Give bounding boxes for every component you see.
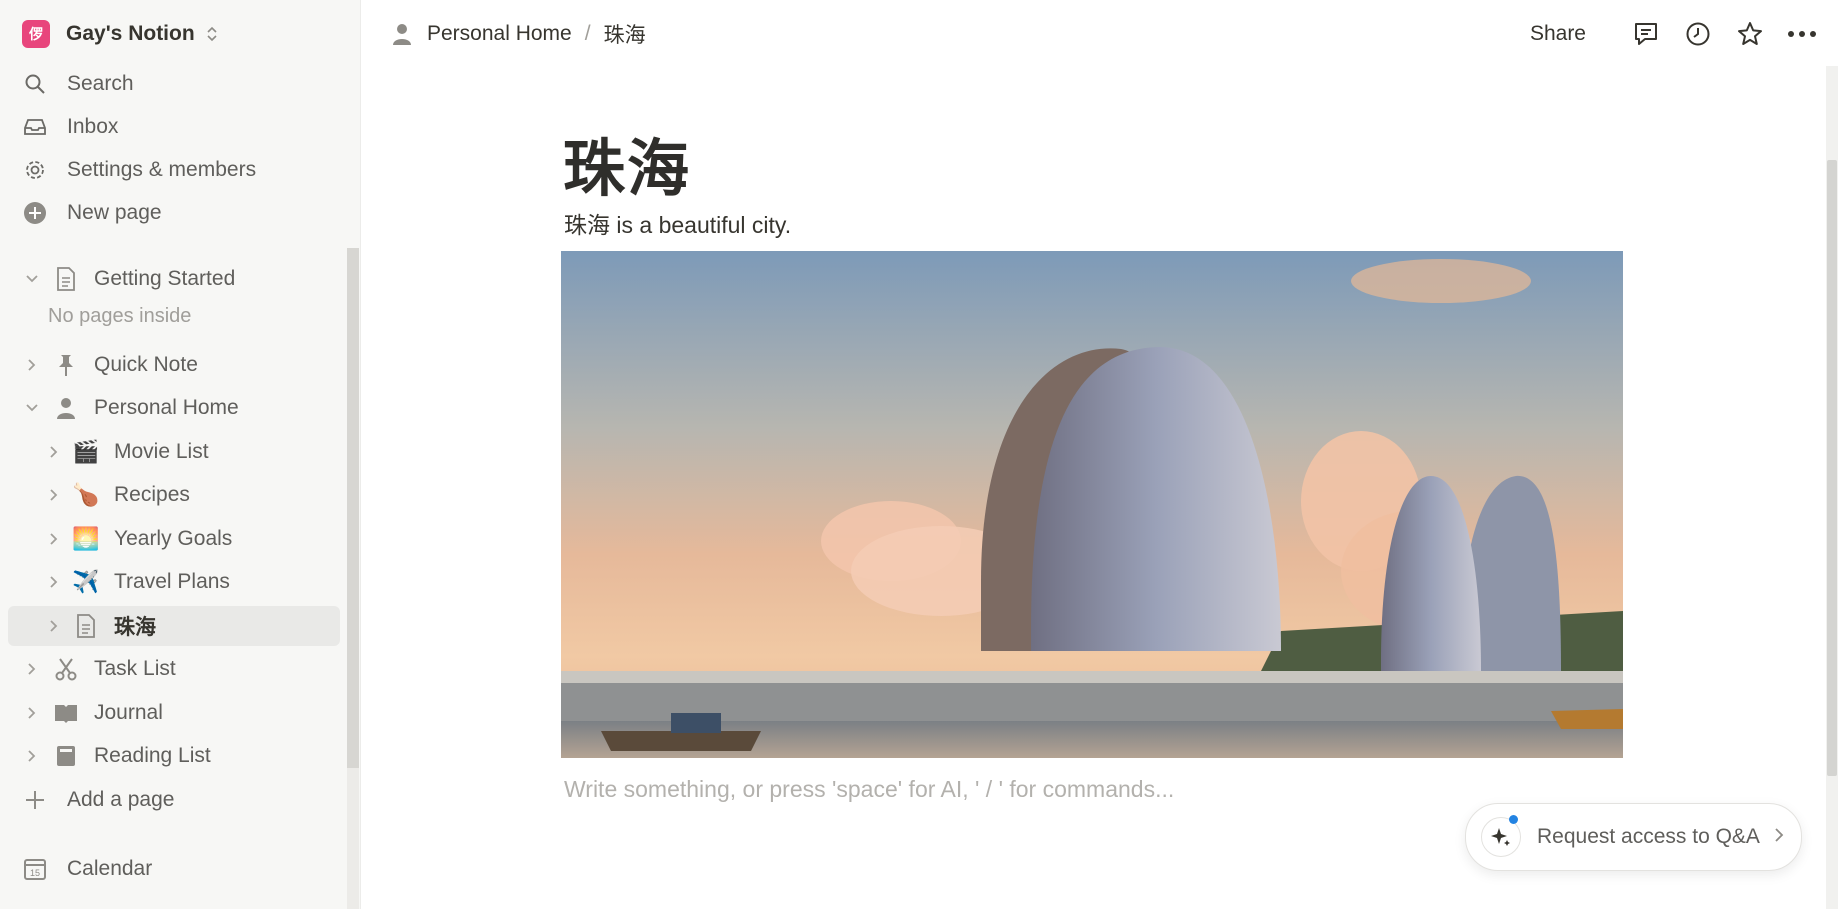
breadcrumb-current[interactable]: 珠海 <box>604 19 646 49</box>
drumstick-icon: 🍗 <box>72 482 100 507</box>
history-clock-icon[interactable] <box>1682 18 1714 50</box>
nav-label: Calendar <box>67 857 153 880</box>
sunrise-icon: 🌅 <box>72 526 100 551</box>
sidebar: 㑩 Gay's Notion Search Inbox Settings & m… <box>0 0 361 909</box>
chevron-right-icon[interactable] <box>22 659 42 679</box>
chevron-right-icon[interactable] <box>44 485 64 505</box>
workspace-switcher[interactable]: 㑩 Gay's Notion <box>22 19 219 49</box>
sidebar-item-getting-started[interactable]: Getting Started <box>8 259 340 299</box>
sidebar-scrollbar-track <box>347 768 359 909</box>
sidebar-item-label: Quick Note <box>94 353 198 376</box>
clapperboard-icon: 🎬 <box>72 439 100 464</box>
plus-circle-icon <box>22 200 48 226</box>
sparkle-icon <box>1481 815 1521 857</box>
comment-icon[interactable] <box>1630 18 1662 50</box>
nav-label: Inbox <box>67 115 119 138</box>
sidebar-item-label: Yearly Goals <box>114 527 233 550</box>
nav-new-page[interactable]: New page <box>22 194 162 232</box>
request-qa-button[interactable]: Request access to Q&A <box>1465 803 1802 871</box>
sidebar-item-label: 珠海 <box>114 616 156 639</box>
page-paragraph[interactable]: 珠海 is a beautiful city. <box>564 206 791 240</box>
sidebar-item-label: Travel Plans <box>114 570 230 593</box>
updown-chevron-icon <box>207 26 217 42</box>
chevron-down-icon[interactable] <box>22 269 42 289</box>
editor-placeholder[interactable]: Write something, or press 'space' for AI… <box>564 776 1174 803</box>
sidebar-item-label: Task List <box>94 657 176 680</box>
chevron-right-icon[interactable] <box>44 529 64 549</box>
calendar-day: 15 <box>30 868 40 878</box>
chevron-down-icon[interactable] <box>22 398 42 418</box>
chevron-right-icon[interactable] <box>22 746 42 766</box>
notification-dot <box>1509 815 1518 824</box>
nav-calendar[interactable]: 15 Calendar <box>22 850 152 888</box>
share-button[interactable]: Share <box>1530 22 1586 46</box>
sidebar-item-reading-list[interactable]: Reading List <box>8 736 340 776</box>
breadcrumb: Personal Home / 珠海 <box>391 16 646 52</box>
sidebar-item-label: Getting Started <box>94 267 236 290</box>
workspace-name: Gay's Notion <box>66 22 195 45</box>
add-page-label: Add a page <box>67 788 175 811</box>
sidebar-item-zhuhai[interactable]: 珠海 <box>8 606 340 646</box>
request-qa-label: Request access to Q&A <box>1537 825 1760 848</box>
nav-label: Search <box>67 72 134 95</box>
topbar: Personal Home / 珠海 Share <box>361 0 1838 66</box>
sidebar-item-personal-home[interactable]: Personal Home <box>8 388 340 428</box>
main-scrollbar[interactable] <box>1826 66 1838 909</box>
sidebar-item-label: Reading List <box>94 744 211 767</box>
nav-settings[interactable]: Settings & members <box>22 151 256 189</box>
nav-search[interactable]: Search <box>22 65 134 103</box>
inbox-icon <box>22 114 48 140</box>
person-icon <box>52 394 80 422</box>
sidebar-item-label: Personal Home <box>94 396 239 419</box>
opera-house-image <box>561 251 1623 758</box>
nav-label: Settings & members <box>67 158 257 181</box>
breadcrumb-parent[interactable]: Personal Home <box>427 22 572 46</box>
sidebar-item-yearly-goals[interactable]: 🌅 Yearly Goals <box>8 519 340 559</box>
chevron-right-icon[interactable] <box>22 703 42 723</box>
chevron-right-icon[interactable] <box>44 572 64 592</box>
sidebar-item-travel-plans[interactable]: ✈️ Travel Plans <box>8 562 340 602</box>
chevron-right-icon[interactable] <box>22 355 42 375</box>
chevron-right-icon <box>1774 827 1784 848</box>
star-icon[interactable] <box>1734 18 1766 50</box>
nav-label: New page <box>67 201 162 224</box>
sidebar-item-label: Movie List <box>114 440 209 463</box>
page-title[interactable]: 珠海 <box>563 118 691 208</box>
sidebar-item-journal[interactable]: Journal <box>8 693 340 733</box>
calendar-icon: 15 <box>22 856 48 882</box>
nav-inbox[interactable]: Inbox <box>22 108 118 146</box>
pin-icon <box>52 351 80 379</box>
sidebar-item-movie-list[interactable]: 🎬 Movie List <box>8 432 340 472</box>
workspace-logo: 㑩 <box>22 20 50 48</box>
breadcrumb-separator: / <box>584 22 591 45</box>
search-icon <box>22 71 48 97</box>
document-icon <box>72 612 100 640</box>
empty-pages-note: No pages inside <box>48 305 192 327</box>
gear-icon <box>22 157 48 183</box>
sidebar-item-task-list[interactable]: Task List <box>8 649 340 689</box>
main-scrollbar-thumb[interactable] <box>1827 160 1837 776</box>
sidebar-item-label: Journal <box>94 701 163 724</box>
plus-icon <box>22 787 48 813</box>
sidebar-scrollbar[interactable] <box>347 248 359 768</box>
airplane-icon: ✈️ <box>72 569 100 594</box>
topbar-actions: Share <box>1530 14 1818 54</box>
sidebar-item-label: Recipes <box>114 483 190 506</box>
notebook-icon <box>52 742 80 770</box>
person-icon <box>391 22 413 46</box>
sidebar-item-quick-note[interactable]: Quick Note <box>8 345 340 385</box>
document-icon <box>52 265 80 293</box>
chevron-right-icon[interactable] <box>44 616 64 636</box>
chevron-right-icon[interactable] <box>44 442 64 462</box>
sidebar-item-recipes[interactable]: 🍗 Recipes <box>8 475 340 515</box>
more-icon[interactable] <box>1786 18 1818 50</box>
scissors-icon <box>52 655 80 683</box>
book-icon <box>52 699 80 727</box>
add-page-button[interactable]: Add a page <box>22 781 174 819</box>
